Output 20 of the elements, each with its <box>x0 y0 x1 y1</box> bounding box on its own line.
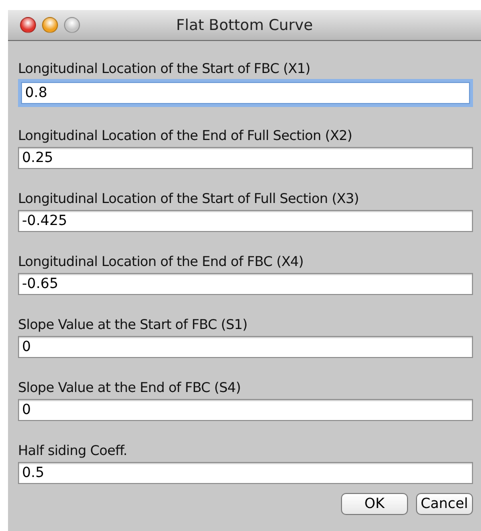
close-icon[interactable] <box>20 17 36 33</box>
cancel-button[interactable]: Cancel <box>416 493 473 515</box>
window-title: Flat Bottom Curve <box>176 16 313 34</box>
zoom-icon[interactable] <box>64 17 80 33</box>
minimize-icon[interactable] <box>42 17 58 33</box>
input-field[interactable]: 0.25 <box>18 147 473 169</box>
field-label: Longitudinal Location of the Start of FBC (X1) <box>18 60 310 79</box>
field-label: Longitudinal Location of the End of FBC (X4) <box>18 253 304 272</box>
input-field[interactable]: 0.5 <box>18 462 473 484</box>
ok-button[interactable]: OK <box>341 493 408 515</box>
input-field[interactable]: 0 <box>18 399 473 421</box>
field-label: Longitudinal Location of the End of Full Section (X2) <box>18 127 352 146</box>
input-field[interactable]: -0.425 <box>18 210 473 232</box>
field-label: Slope Value at the Start of FBC (S1) <box>18 316 248 335</box>
input-field[interactable]: -0.65 <box>18 273 473 295</box>
field-label: Half siding Coeff. <box>18 442 128 461</box>
field-label: Slope Value at the End of FBC (S4) <box>18 379 241 398</box>
field-label: Longitudinal Location of the Start of Full Section (X3) <box>18 190 359 209</box>
input-field[interactable]: 0.8 <box>21 82 470 104</box>
input-field[interactable]: 0 <box>18 336 473 358</box>
